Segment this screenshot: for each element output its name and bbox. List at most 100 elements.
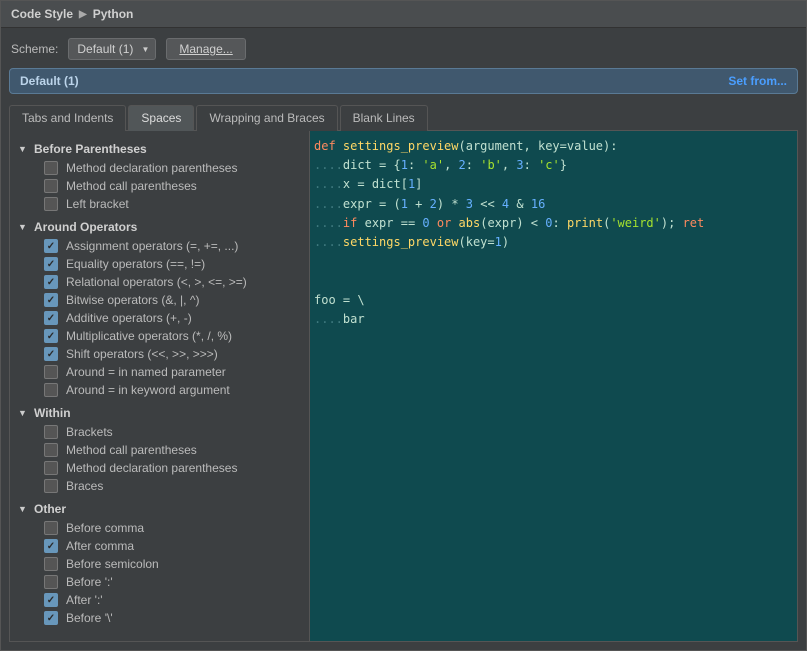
checkbox[interactable] — [44, 521, 58, 535]
scheme-label: Scheme: — [11, 42, 58, 56]
settings-item[interactable]: Method declaration parentheses — [16, 459, 303, 477]
breadcrumb: Code Style ▶ Python — [1, 1, 806, 28]
breadcrumb-child: Python — [93, 7, 134, 21]
settings-item[interactable]: Method call parentheses — [16, 441, 303, 459]
checkbox[interactable] — [44, 239, 58, 253]
settings-group: ▼Within Brackets Method call parentheses Me… — [16, 403, 303, 495]
settings-tree[interactable]: ▼ Before Parentheses Method declaration pa… — [10, 131, 310, 641]
checkbox[interactable] — [44, 329, 58, 343]
set-from-link[interactable]: Set from... — [728, 74, 787, 88]
settings-item[interactable]: Method call parentheses — [16, 177, 303, 195]
group-header[interactable]: ▼Within — [16, 403, 303, 423]
settings-item-label: Brackets — [66, 425, 113, 439]
settings-item[interactable]: Before ':' — [16, 573, 303, 591]
settings-item-label: Before comma — [66, 521, 144, 535]
settings-window: Code Style ▶ Python Scheme: Default (1) … — [0, 0, 807, 651]
checkbox[interactable] — [44, 257, 58, 271]
scheme-select-value: Default (1) — [77, 42, 133, 56]
settings-item[interactable]: Shift operators (<<, >>, >>>) — [16, 345, 303, 363]
settings-item-label: After comma — [66, 539, 134, 553]
manage-button[interactable]: Manage... — [166, 38, 245, 60]
settings-item[interactable]: After comma — [16, 537, 303, 555]
settings-item-label: Method declaration parentheses — [66, 461, 237, 475]
checkbox[interactable] — [44, 161, 58, 175]
settings-item-label: Around = in named parameter — [66, 365, 226, 379]
settings-item-label: Multiplicative operators (*, /, %) — [66, 329, 232, 343]
tabs: Tabs and IndentsSpacesWrapping and Brace… — [9, 104, 798, 131]
scheme-banner: Default (1) Set from... — [9, 68, 798, 94]
checkbox[interactable] — [44, 425, 58, 439]
group-title: Around Operators — [34, 220, 137, 234]
checkbox[interactable] — [44, 179, 58, 193]
settings-item[interactable]: Around = in keyword argument — [16, 381, 303, 399]
settings-item[interactable]: Before '\' — [16, 609, 303, 627]
settings-item-label: Equality operators (==, !=) — [66, 257, 205, 271]
settings-item-label: Method call parentheses — [66, 443, 197, 457]
tab-spaces[interactable]: Spaces — [128, 105, 194, 131]
disclosure-triangle-icon: ▼ — [18, 144, 28, 154]
settings-group: ▼ Before Parentheses Method declaration pa… — [16, 139, 303, 213]
scheme-row: Scheme: Default (1) Manage... — [1, 28, 806, 68]
tab-tabs-and-indents[interactable]: Tabs and Indents — [9, 105, 126, 131]
settings-item[interactable]: Method declaration parentheses — [16, 159, 303, 177]
settings-item[interactable]: Around = in named parameter — [16, 363, 303, 381]
settings-item-label: Bitwise operators (&, |, ^) — [66, 293, 199, 307]
checkbox[interactable] — [44, 383, 58, 397]
checkbox[interactable] — [44, 539, 58, 553]
disclosure-triangle-icon: ▼ — [18, 408, 28, 418]
tab-wrapping-and-braces[interactable]: Wrapping and Braces — [196, 105, 337, 131]
chevron-right-icon: ▶ — [79, 9, 87, 20]
breadcrumb-parent[interactable]: Code Style — [11, 7, 73, 21]
group-header[interactable]: ▼Other — [16, 499, 303, 519]
settings-item[interactable]: Bitwise operators (&, |, ^) — [16, 291, 303, 309]
checkbox[interactable] — [44, 575, 58, 589]
group-title: Other — [34, 502, 66, 516]
checkbox[interactable] — [44, 311, 58, 325]
checkbox[interactable] — [44, 611, 58, 625]
checkbox[interactable] — [44, 275, 58, 289]
settings-item-label: Before '\' — [66, 611, 113, 625]
settings-item-label: After ':' — [66, 593, 103, 607]
group-header[interactable]: ▼ Around Operators — [16, 217, 303, 237]
settings-item-label: Braces — [66, 479, 103, 493]
settings-item-label: Before ':' — [66, 575, 113, 589]
settings-item[interactable]: Before comma — [16, 519, 303, 537]
settings-item[interactable]: Additive operators (+, -) — [16, 309, 303, 327]
content-area: ▼ Before Parentheses Method declaration pa… — [9, 131, 798, 642]
settings-item-label: Before semicolon — [66, 557, 159, 571]
settings-group: ▼Other Before comma After comma Before semi… — [16, 499, 303, 627]
settings-item-label: Shift operators (<<, >>, >>>) — [66, 347, 218, 361]
disclosure-triangle-icon: ▼ — [18, 222, 28, 232]
settings-item[interactable]: Brackets — [16, 423, 303, 441]
settings-item[interactable]: Multiplicative operators (*, /, %) — [16, 327, 303, 345]
settings-item[interactable]: Equality operators (==, !=) — [16, 255, 303, 273]
checkbox[interactable] — [44, 557, 58, 571]
group-title: Before Parentheses — [34, 142, 147, 156]
checkbox[interactable] — [44, 365, 58, 379]
settings-item-label: Assignment operators (=, +=, ...) — [66, 239, 238, 253]
settings-item[interactable]: Braces — [16, 477, 303, 495]
settings-item[interactable]: Assignment operators (=, +=, ...) — [16, 237, 303, 255]
settings-item-label: Relational operators (<, >, <=, >=) — [66, 275, 247, 289]
group-header[interactable]: ▼ Before Parentheses — [16, 139, 303, 159]
settings-item-label: Method call parentheses — [66, 179, 197, 193]
checkbox[interactable] — [44, 197, 58, 211]
settings-item-label: Around = in keyword argument — [66, 383, 230, 397]
tab-blank-lines[interactable]: Blank Lines — [340, 105, 428, 131]
settings-item[interactable]: Left bracket — [16, 195, 303, 213]
settings-item[interactable]: Relational operators (<, >, <=, >=) — [16, 273, 303, 291]
settings-item-label: Left bracket — [66, 197, 129, 211]
settings-item-label: Additive operators (+, -) — [66, 311, 192, 325]
scheme-select[interactable]: Default (1) — [68, 38, 156, 60]
checkbox[interactable] — [44, 461, 58, 475]
checkbox[interactable] — [44, 479, 58, 493]
checkbox[interactable] — [44, 293, 58, 307]
settings-item-label: Method declaration parentheses — [66, 161, 237, 175]
settings-item[interactable]: Before semicolon — [16, 555, 303, 573]
checkbox[interactable] — [44, 593, 58, 607]
checkbox[interactable] — [44, 347, 58, 361]
scheme-banner-title: Default (1) — [20, 74, 79, 88]
checkbox[interactable] — [44, 443, 58, 457]
settings-item[interactable]: After ':' — [16, 591, 303, 609]
settings-group: ▼ Around Operators Assignment operators (=… — [16, 217, 303, 399]
